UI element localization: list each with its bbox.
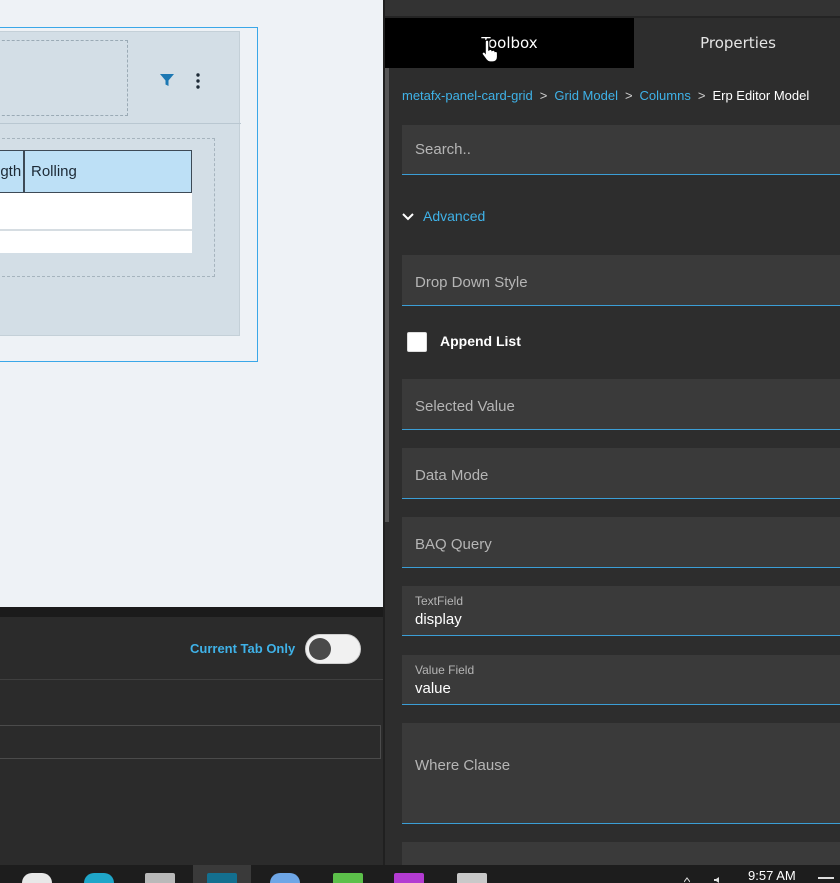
- search-placeholder: Search..: [415, 141, 471, 158]
- filter-icon[interactable]: [159, 72, 175, 88]
- data-mode-label: Data Mode: [415, 467, 489, 484]
- breadcrumb: metafx-panel-card-grid > Grid Model > Column…: [402, 88, 809, 103]
- grid-header-divider: [0, 123, 241, 124]
- panel-divider: [0, 679, 383, 680]
- breadcrumb-separator: >: [624, 88, 633, 103]
- data-mode-select[interactable]: Data Mode: [402, 448, 840, 499]
- properties-panel: Toolbox Properties metafx-panel-card-gri…: [383, 0, 840, 865]
- grid-row[interactable]: e.: [0, 193, 192, 231]
- taskbar-app-icon[interactable]: [333, 873, 363, 883]
- append-list-checkbox[interactable]: [407, 332, 427, 352]
- baq-query-label: BAQ Query: [415, 536, 492, 553]
- taskbar-app-icon[interactable]: [84, 873, 114, 883]
- column-header-rolling[interactable]: Rolling: [31, 151, 77, 192]
- current-tab-only-label: Current Tab Only: [190, 641, 296, 656]
- taskbar-app-icon[interactable]: [22, 873, 52, 883]
- grid-row[interactable]: [0, 231, 192, 253]
- taskbar-app-icon[interactable]: [394, 873, 424, 883]
- tab-properties[interactable]: Properties: [634, 18, 840, 68]
- tray-volume-icon[interactable]: [714, 877, 720, 883]
- breadcrumb-item[interactable]: Grid Model: [554, 88, 618, 103]
- data-grid[interactable]: ngth Rolling e.: [0, 150, 192, 253]
- column-divider: [23, 151, 25, 192]
- value-field-label: Value Field: [415, 663, 475, 677]
- search-input[interactable]: Search..: [402, 125, 840, 175]
- breadcrumb-current: Erp Editor Model: [712, 88, 810, 103]
- taskbar-app-icon[interactable]: [207, 873, 237, 883]
- grid-column-headers: ngth Rolling: [0, 150, 192, 193]
- baq-query-field[interactable]: BAQ Query: [402, 517, 840, 568]
- drop-down-style-label: Drop Down Style: [415, 274, 528, 291]
- taskbar-app-icon[interactable]: [270, 873, 300, 883]
- toggle-knob: [309, 638, 331, 660]
- text-field-label: TextField: [415, 594, 464, 608]
- tray-chevron-icon[interactable]: [684, 877, 690, 883]
- mouse-cursor-icon: [481, 39, 499, 63]
- text-field-input[interactable]: TextField display: [402, 586, 840, 636]
- column-header-length[interactable]: ngth: [0, 151, 21, 192]
- text-field-value: display: [415, 611, 462, 628]
- selected-value-label: Selected Value: [415, 398, 515, 415]
- taskbar-app-icon[interactable]: [145, 873, 175, 883]
- drop-down-style-select[interactable]: Drop Down Style: [402, 255, 840, 306]
- bottom-panel-row[interactable]: [0, 725, 381, 759]
- taskbar-app-icon[interactable]: [457, 873, 487, 883]
- notifications-icon[interactable]: [818, 877, 834, 879]
- breadcrumb-item[interactable]: metafx-panel-card-grid: [402, 88, 533, 103]
- taskbar-clock[interactable]: 9:57 AM: [748, 868, 796, 883]
- tab-properties-label: Properties: [700, 34, 776, 52]
- tab-toolbox[interactable]: Toolbox: [385, 18, 634, 68]
- breadcrumb-item[interactable]: Columns: [640, 88, 691, 103]
- designer-canvas: ngth Rolling e.: [0, 0, 383, 607]
- current-tab-only-toggle[interactable]: [305, 634, 361, 664]
- bottom-panel: Current Tab Only: [0, 607, 383, 865]
- advanced-section-toggle[interactable]: Advanced: [402, 208, 485, 224]
- more-vertical-icon[interactable]: [195, 73, 201, 89]
- grid-header-placeholder: [0, 40, 128, 116]
- breadcrumb-separator: >: [539, 88, 548, 103]
- selected-value-field[interactable]: Selected Value: [402, 379, 840, 430]
- panel-top-strip: [385, 0, 840, 18]
- where-clause-textarea[interactable]: Where Clause: [402, 723, 840, 824]
- chevron-down-icon: [402, 213, 414, 221]
- canvas-scrollbar[interactable]: [385, 0, 389, 522]
- taskbar: 9:57 AM: [0, 865, 840, 883]
- panel-card-grid[interactable]: ngth Rolling e.: [0, 31, 241, 336]
- value-field-value: value: [415, 680, 451, 697]
- next-property-field[interactable]: [402, 842, 840, 865]
- panel-card-grid-selection[interactable]: ngth Rolling e.: [0, 27, 258, 362]
- breadcrumb-separator: >: [697, 88, 706, 103]
- append-list-label: Append List: [440, 333, 521, 349]
- where-clause-label: Where Clause: [415, 757, 511, 774]
- value-field-input[interactable]: Value Field value: [402, 655, 840, 705]
- advanced-label: Advanced: [423, 208, 486, 224]
